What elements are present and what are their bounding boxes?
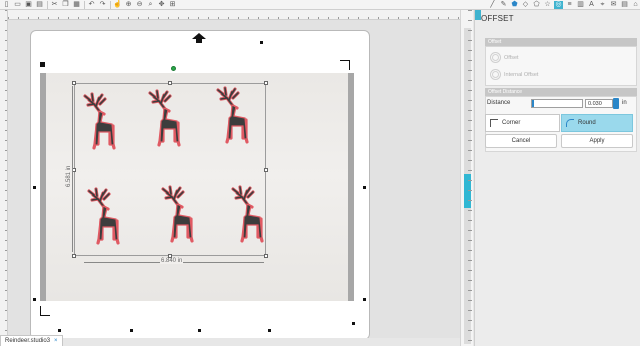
send-icon[interactable]: ✉: [609, 1, 618, 9]
corner-button[interactable]: Corner: [485, 114, 560, 132]
reindeer-shape[interactable]: [158, 183, 198, 253]
undo-icon[interactable]: ↶: [87, 1, 96, 9]
selection-handle[interactable]: [264, 81, 268, 85]
round-corner-icon: [566, 119, 574, 127]
select-icon[interactable]: ☝: [113, 1, 122, 9]
paste-icon[interactable]: ▦: [72, 1, 81, 9]
distance-unit: in: [622, 100, 627, 106]
offset-icon[interactable]: ◎: [554, 0, 563, 9]
crop-mark: [40, 306, 50, 316]
ruler-right: [468, 10, 472, 346]
line-icon[interactable]: ╱: [488, 1, 497, 9]
corner-icon: [490, 119, 498, 127]
design-canvas[interactable]: 6.840 in 6.581 in: [8, 20, 460, 338]
offset-section: Offset Internal Offset: [485, 46, 637, 86]
internal-offset-option[interactable]: Internal Offset: [490, 69, 538, 80]
apply-button[interactable]: Apply: [561, 134, 633, 148]
fit-page-icon[interactable]: ⊞: [168, 1, 177, 9]
app-window: ▯ ▭ ▣ ▤ ✂ ❐ ▦ ↶ ↷ ☝ ⊕ ⊖ ⌕ ✥ ⊞ ╱ ✎ ⬟ ◇ ⬠ …: [0, 0, 640, 346]
zoom-fit-icon[interactable]: ⌕: [146, 1, 155, 9]
new-icon[interactable]: ▯: [2, 1, 11, 9]
selection-handle[interactable]: [72, 81, 76, 85]
height-dimension-line: [72, 86, 73, 252]
selection-handle[interactable]: [264, 254, 268, 258]
copy-icon[interactable]: ❐: [61, 1, 70, 9]
mat-handle[interactable]: [130, 329, 133, 332]
open-icon[interactable]: ▭: [13, 1, 22, 9]
mat-handle[interactable]: [363, 298, 366, 301]
main-toolbar: ▯ ▭ ▣ ▤ ✂ ❐ ▦ ↶ ↷ ☝ ⊕ ⊖ ⌕ ✥ ⊞ ╱ ✎ ⬟ ◇ ⬠ …: [0, 0, 640, 10]
shape-icon[interactable]: ◇: [521, 1, 530, 9]
offset-option-label: Offset: [504, 54, 519, 61]
trace-icon[interactable]: ⌖: [598, 1, 607, 9]
offset-panel: OFFSET Offset Offset Internal Offset Off…: [474, 10, 640, 346]
selection-handle[interactable]: [264, 168, 268, 172]
selection-handle[interactable]: [72, 254, 76, 258]
toolbar-divider: [110, 0, 111, 9]
reindeer-shape[interactable]: [213, 84, 253, 154]
ruler-left: [0, 10, 8, 346]
registration-mark: [40, 62, 45, 67]
height-dimension-label: 6.581 in: [66, 164, 72, 188]
offset-section-header: Offset: [485, 38, 637, 46]
feed-direction-arrow-stem: [196, 39, 202, 43]
redo-icon[interactable]: ↷: [98, 1, 107, 9]
polygon-icon[interactable]: ⬟: [510, 1, 519, 9]
text-icon[interactable]: A: [587, 1, 596, 9]
mat-handle[interactable]: [198, 329, 201, 332]
distance-section-header: Offset Distance: [485, 88, 637, 96]
zoom-in-icon[interactable]: ⊕: [124, 1, 133, 9]
mat-handle[interactable]: [58, 329, 61, 332]
rotate-handle[interactable]: [171, 66, 176, 71]
vertical-scrollbar[interactable]: [460, 10, 473, 346]
corner-button-label: Corner: [502, 120, 521, 126]
close-icon[interactable]: ×: [54, 336, 58, 346]
mat-handle[interactable]: [33, 298, 36, 301]
mat-handle[interactable]: [33, 186, 36, 189]
print-icon[interactable]: ▤: [35, 1, 44, 9]
distance-stepper[interactable]: [613, 98, 619, 109]
pan-icon[interactable]: ✥: [157, 1, 166, 9]
align-icon[interactable]: ≡: [565, 1, 574, 9]
round-button[interactable]: Round: [561, 114, 633, 132]
store-icon[interactable]: ⌂: [631, 1, 640, 9]
pentagon-icon[interactable]: ⬠: [532, 1, 541, 9]
distance-slider[interactable]: [531, 99, 583, 108]
mat-handle[interactable]: [352, 322, 355, 325]
panel-title: OFFSET: [481, 14, 514, 23]
mat-handle[interactable]: [268, 329, 271, 332]
mat-handle[interactable]: [363, 186, 366, 189]
reindeer-shape[interactable]: [228, 183, 268, 253]
distance-input[interactable]: [585, 99, 613, 108]
reindeer-shape[interactable]: [84, 185, 124, 255]
document-tab[interactable]: Reindeer.studio3 ×: [0, 335, 63, 346]
replicate-icon[interactable]: ▥: [576, 1, 585, 9]
document-tab-label: Reindeer.studio3: [5, 338, 51, 344]
internal-offset-option-label: Internal Offset: [504, 71, 539, 78]
distance-slider-knob[interactable]: [532, 100, 534, 107]
pen-icon[interactable]: ✎: [499, 1, 508, 9]
star-icon[interactable]: ☆: [543, 1, 552, 9]
offset-option[interactable]: Offset: [490, 52, 519, 63]
save-icon[interactable]: ▣: [24, 1, 33, 9]
internal-offset-icon: [490, 69, 501, 80]
library-icon[interactable]: ▤: [620, 1, 629, 9]
crop-mark: [340, 60, 350, 70]
width-dimension-label: 6.840 in: [160, 258, 184, 264]
ruler-top: [8, 10, 460, 20]
zoom-out-icon[interactable]: ⊖: [135, 1, 144, 9]
reindeer-shape[interactable]: [80, 90, 120, 160]
cancel-button[interactable]: Cancel: [485, 134, 557, 148]
selection-handle[interactable]: [168, 81, 172, 85]
offset-icon: [490, 52, 501, 63]
round-button-label: Round: [578, 120, 596, 126]
reindeer-shape[interactable]: [145, 87, 185, 157]
cut-icon[interactable]: ✂: [50, 1, 59, 9]
mat-handle[interactable]: [260, 41, 263, 44]
toolbar-divider: [84, 0, 85, 9]
toolbar-divider: [47, 0, 48, 9]
distance-label: Distance: [487, 100, 511, 106]
